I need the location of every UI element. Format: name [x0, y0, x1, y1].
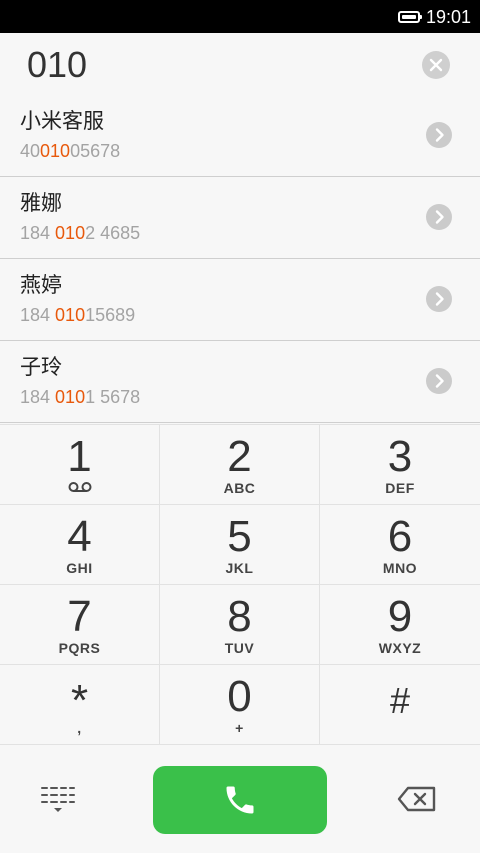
contact-row[interactable]: 燕婷 184 01015689 [0, 259, 480, 341]
contact-number: 184 01015689 [20, 305, 136, 325]
contact-results-list: 小米客服 4001005678 雅娜 184 0102 4685 燕婷 184 … [0, 95, 480, 423]
key-star[interactable]: * , [0, 664, 160, 744]
status-bar: 19:01 [0, 0, 480, 33]
number-match: 010 [55, 387, 86, 407]
backspace-icon [397, 786, 436, 812]
status-time: 19:01 [426, 7, 472, 27]
key-0[interactable]: 0 + [160, 664, 320, 744]
contact-number: 184 0101 5678 [20, 387, 141, 407]
number-match: 010 [55, 305, 86, 325]
voicemail-icon [68, 482, 92, 492]
key-4[interactable]: 4 GHI [0, 504, 160, 584]
battery-full-icon [398, 11, 422, 23]
chevron-right-icon [435, 128, 444, 142]
key-6[interactable]: 6 MNO [320, 504, 480, 584]
contact-row[interactable]: 雅娜 184 0102 4685 [0, 177, 480, 259]
key-7[interactable]: 7 PQRS [0, 584, 160, 664]
contact-detail-button[interactable] [426, 286, 452, 312]
phone-icon [226, 786, 254, 814]
call-button[interactable] [153, 766, 327, 834]
chevron-right-icon [435, 292, 444, 306]
contact-detail-button[interactable] [426, 122, 452, 148]
key-9[interactable]: 9 WXYZ [320, 584, 480, 664]
contact-name: 雅娜 [20, 192, 62, 215]
dialed-number-bar: 010 [0, 33, 480, 95]
number-match: 010 [55, 223, 86, 243]
contact-name: 燕婷 [20, 274, 62, 297]
dialpad-toggle-button[interactable] [38, 783, 78, 815]
number-match: 010 [40, 141, 71, 161]
dialed-number: 010 [27, 44, 88, 85]
contact-detail-button[interactable] [426, 368, 452, 394]
dial-keypad: 1 2 ABC 3 DEF 4 GHI 5 JKL 6 MNO 7 PQRS 8… [0, 424, 480, 744]
contact-name: 小米客服 [20, 110, 104, 133]
clear-button[interactable] [422, 51, 450, 79]
contact-number: 4001005678 [20, 141, 121, 161]
clear-icon [429, 58, 443, 72]
contact-detail-button[interactable] [426, 204, 452, 230]
dialer-action-bar [0, 744, 480, 853]
key-1[interactable]: 1 [0, 424, 160, 504]
contact-row[interactable]: 子玲 184 0101 5678 [0, 341, 480, 423]
contact-name: 子玲 [20, 356, 62, 379]
key-2[interactable]: 2 ABC [160, 424, 320, 504]
chevron-right-icon [435, 210, 444, 224]
dialpad-toggle-icon [41, 787, 75, 812]
contact-number: 184 0102 4685 [20, 223, 141, 243]
key-8[interactable]: 8 TUV [160, 584, 320, 664]
contact-row[interactable]: 小米客服 4001005678 [0, 95, 480, 177]
key-5[interactable]: 5 JKL [160, 504, 320, 584]
chevron-right-icon [435, 374, 444, 388]
key-3[interactable]: 3 DEF [320, 424, 480, 504]
key-hash[interactable]: # [320, 664, 480, 744]
backspace-button[interactable] [396, 785, 438, 813]
